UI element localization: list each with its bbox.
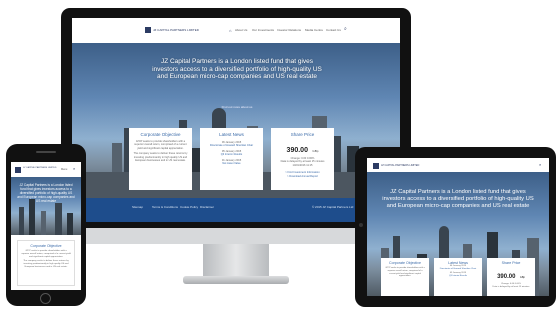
news-item-1[interactable]: Directorate of Howard Sheridan Chair [200, 144, 263, 147]
latest-news-title: Latest News [219, 132, 244, 137]
phone-objective-card: Corporate Objective JZCP seeks to provid… [17, 240, 75, 286]
tablet-logo[interactable] [373, 163, 379, 169]
footer-cookie-policy[interactable]: Cookie Policy [180, 205, 198, 209]
share-price-unit: GBp [312, 149, 319, 153]
corporate-objective-card: Corporate Objective JZCP seeks to provid… [129, 128, 192, 190]
phone-objective-title: Corporate Objective [30, 244, 62, 248]
share-price-value: 390.00 [286, 147, 308, 154]
latest-news-card: Latest News 06 January 2015 Directorate … [200, 128, 263, 190]
phone-screen: JZ CAPITAL PARTNERS LIMITED Menu ⌕ JZ Ca… [11, 162, 81, 290]
phone-speaker [36, 151, 56, 153]
share-price-title: Share Price [290, 132, 315, 137]
phone-menu-label[interactable]: Menu [61, 168, 67, 171]
share-price-date: 14/01/2016 11:15 [292, 163, 313, 167]
tablet-share-card: Share Price 390.00 GBp Change: 0.00 0.00… [487, 258, 535, 296]
footer-sitemap[interactable]: Sitemap [132, 205, 143, 209]
phone-hero: JZ Capital Partners is a London listed f… [11, 177, 81, 235]
footer-disclaimer[interactable]: Disclaimer [200, 205, 214, 209]
tablet-share-price: 390.00 [497, 274, 516, 280]
home-icon[interactable]: ⌂ [229, 28, 231, 33]
corporate-objective-title: Corporate Objective [140, 132, 181, 137]
tablet-screen: JZ CAPITAL PARTNERS LIMITED ⌕ JZ Capital… [367, 158, 549, 296]
tablet-objective-title: Corporate Objective [389, 261, 421, 265]
phone-home-button[interactable] [40, 293, 51, 304]
corporate-objective-body-2: The company seeks to deliver these retur… [133, 152, 188, 163]
phone-objective-body: JZCP seeks to provide shareholders with … [21, 250, 71, 258]
footer-copyright: © 2015 JZ Capital Partners Ltd [312, 205, 354, 209]
nav-investor-relations[interactable]: Investor Relations [277, 28, 301, 32]
phone-logo[interactable] [15, 167, 21, 173]
tablet-share-unit: GBp [519, 276, 525, 279]
nav-contact-us[interactable]: Contact Us [326, 28, 341, 32]
tablet-company-name: JZ CAPITAL PARTNERS LIMITED [381, 164, 420, 167]
hero-link[interactable]: Find out more about us [202, 105, 272, 109]
tablet-frame: JZ CAPITAL PARTNERS LIMITED ⌕ JZ Capital… [355, 147, 556, 307]
share-price-card: Share Price 390.00 GBp Change: 0.00 0.00… [271, 128, 334, 190]
footer-terms[interactable]: Terms & Conditions [152, 205, 178, 209]
tablet-share-note: Data is delayed by at least 15 minutes [492, 286, 530, 289]
phone-frame: JZ CAPITAL PARTNERS LIMITED Menu ⌕ JZ Ca… [6, 144, 86, 306]
corporate-objective-body: JZCP seeks to provide shareholders with … [134, 140, 187, 150]
search-icon[interactable]: ⌕ [344, 26, 347, 32]
phone-search-icon[interactable]: ⌕ [73, 166, 75, 171]
phone-objective-body-2: The company seeks to deliver these retur… [23, 259, 69, 268]
site-header: JZ CAPITAL PARTNERS LIMITED ⌂ About Us O… [72, 18, 400, 43]
tablet-camera [359, 223, 363, 227]
site-logo[interactable] [145, 27, 151, 33]
hero-text: JZ Capital Partners is a London listed f… [152, 58, 322, 81]
tablet-hero-text: JZ Capital Partners is a London listed f… [382, 189, 534, 209]
site-footer: Sitemap Terms & Conditions Cookie Policy… [72, 198, 400, 222]
tablet-search-icon[interactable]: ⌕ [539, 162, 541, 167]
nav-media-centre[interactable]: Media Centre [305, 28, 323, 32]
tablet-news-card: Latest News 06 January 2015 Directorate … [434, 258, 482, 296]
monitor-screen: JZ CAPITAL PARTNERS LIMITED ⌂ About Us O… [72, 18, 400, 222]
news-item-2[interactable]: Q3 Interim Results [200, 153, 263, 156]
nav-our-investments[interactable]: Our Investments [252, 28, 274, 32]
tablet-news-item-2[interactable]: Q3 Interim Results [434, 275, 482, 278]
monitor-stand-neck [203, 244, 269, 280]
monitor-stand-base [183, 276, 289, 284]
company-name: JZ CAPITAL PARTNERS LIMITED [153, 28, 199, 32]
tablet-objective-body: JZCP seeks to provide shareholders with … [385, 267, 425, 278]
annual-report-link[interactable]: > Download Annual Report [271, 175, 334, 178]
news-item-3[interactable]: Net Asset Value [200, 162, 263, 165]
phone-company-name: JZ CAPITAL PARTNERS LIMITED [23, 167, 57, 169]
tablet-objective-card: Corporate Objective JZCP seeks to provid… [381, 258, 429, 296]
nav-about-us[interactable]: About Us [235, 28, 247, 32]
phone-hero-text: JZ Capital Partners is a London listed f… [17, 183, 75, 203]
